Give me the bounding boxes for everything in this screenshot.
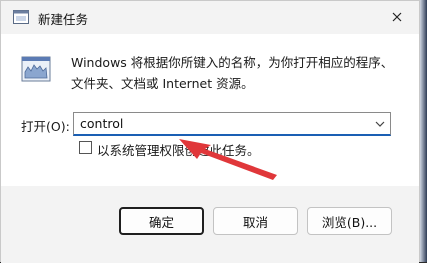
- admin-checkbox-label: 以系统管理权限创建此任务。: [97, 143, 260, 158]
- open-label: 打开(O):: [21, 119, 70, 134]
- background-edge: [420, 0, 427, 262]
- admin-checkbox[interactable]: [79, 141, 92, 154]
- title-bar[interactable]: 新建任务: [1, 1, 419, 33]
- open-input[interactable]: control: [80, 116, 123, 131]
- button-bar: 确定 取消 浏览(B)...: [1, 187, 419, 263]
- chevron-down-icon[interactable]: [374, 118, 386, 130]
- run-chart-icon: [21, 54, 51, 84]
- dialog-body: Windows 将根据你所键入的名称，为你打开相应的程序、文件夹、文档或 Int…: [1, 34, 419, 186]
- close-button[interactable]: [385, 5, 409, 29]
- open-combobox[interactable]: control: [73, 112, 391, 136]
- ok-button[interactable]: 确定: [119, 207, 204, 235]
- description-text: Windows 将根据你所键入的名称，为你打开相应的程序、文件夹、文档或 Int…: [71, 55, 394, 91]
- run-dialog-icon: [13, 10, 29, 24]
- window-title: 新建任务: [38, 12, 89, 27]
- run-dialog: 新建任务 Windows 将根据你所键入的名称，为你打开相应的程序、文件夹、文档…: [0, 0, 420, 263]
- cancel-button[interactable]: 取消: [213, 207, 298, 235]
- browse-button[interactable]: 浏览(B)...: [307, 207, 392, 235]
- close-icon: [392, 12, 402, 22]
